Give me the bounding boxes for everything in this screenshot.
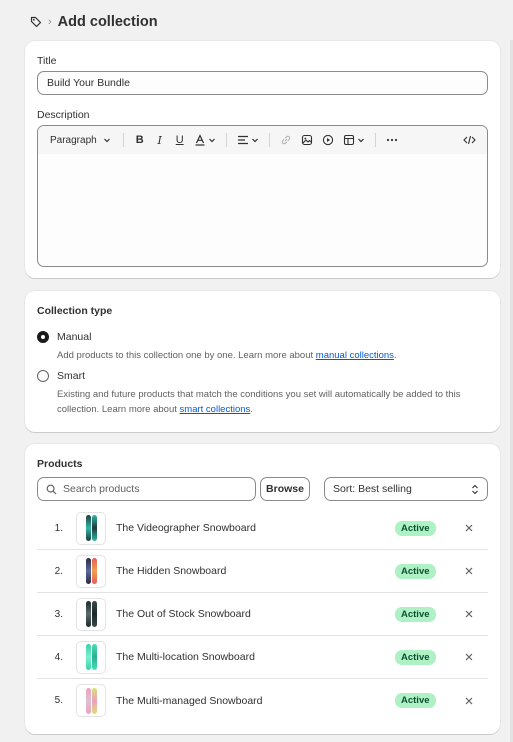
snowboard-image bbox=[85, 558, 91, 584]
more-options-icon[interactable] bbox=[382, 130, 403, 150]
video-icon[interactable] bbox=[318, 130, 339, 150]
snowboard-image bbox=[85, 515, 91, 541]
browse-button[interactable]: Browse bbox=[260, 477, 310, 501]
tag-icon[interactable] bbox=[30, 16, 42, 28]
product-thumbnail bbox=[76, 640, 106, 674]
title-input-value: Build Your Bundle bbox=[47, 77, 130, 89]
product-name[interactable]: The Out of Stock Snowboard bbox=[116, 608, 386, 620]
radio-manual-button[interactable] bbox=[37, 331, 49, 343]
title-label: Title bbox=[37, 55, 57, 67]
search-icon bbox=[46, 484, 57, 494]
smart-help-text: Existing and future products that match … bbox=[57, 387, 489, 417]
close-icon[interactable] bbox=[462, 650, 476, 664]
snowboard-image bbox=[91, 558, 97, 584]
editor-toolbar: Paragraph B I U bbox=[38, 126, 487, 154]
underline-icon[interactable]: U bbox=[170, 130, 190, 150]
smart-help-prefix: Existing and future products that match … bbox=[57, 389, 461, 415]
search-products-input[interactable]: Search products bbox=[37, 477, 256, 501]
close-icon[interactable] bbox=[462, 694, 476, 708]
radio-smart-label: Smart bbox=[57, 370, 86, 382]
search-placeholder: Search products bbox=[63, 483, 140, 495]
product-name[interactable]: The Multi-location Snowboard bbox=[116, 651, 386, 663]
product-index: 5. bbox=[54, 695, 63, 706]
radio-smart[interactable]: Smart bbox=[37, 370, 85, 382]
product-thumbnail bbox=[76, 554, 106, 588]
product-thumbnail bbox=[76, 684, 106, 717]
snowboard-image bbox=[91, 644, 97, 670]
code-view-icon[interactable] bbox=[459, 130, 479, 150]
product-thumbnail bbox=[76, 511, 106, 545]
status-badge: Active bbox=[395, 563, 436, 579]
table-icon[interactable] bbox=[339, 130, 369, 150]
table-row[interactable]: 4. The Multi-location Snowboard Active bbox=[37, 636, 488, 679]
align-left-icon[interactable] bbox=[233, 130, 263, 150]
table-row[interactable]: 1. The Videographer Snowboard Active bbox=[37, 507, 488, 550]
product-index: 1. bbox=[54, 522, 63, 534]
product-name[interactable]: The Videographer Snowboard bbox=[116, 522, 386, 534]
status-badge: Active bbox=[395, 606, 436, 622]
link-icon[interactable] bbox=[276, 130, 297, 150]
toolbar-divider bbox=[122, 133, 124, 147]
snowboard-image bbox=[85, 687, 91, 714]
close-icon[interactable] bbox=[462, 607, 476, 621]
page-title: Add collection bbox=[57, 14, 158, 30]
toolbar-divider bbox=[374, 133, 376, 147]
product-index: 4. bbox=[54, 651, 63, 663]
chevron-up-down-icon bbox=[472, 484, 478, 494]
radio-manual-label: Manual bbox=[57, 331, 92, 343]
radio-smart-button[interactable] bbox=[37, 370, 49, 382]
text-color-icon[interactable] bbox=[190, 130, 220, 150]
close-icon[interactable] bbox=[462, 564, 476, 578]
smart-collections-link[interactable]: smart collections bbox=[180, 404, 251, 415]
table-row[interactable]: 3. The Out of Stock Snowboard Active bbox=[37, 593, 488, 636]
snowboard-image bbox=[85, 644, 91, 670]
product-index: 3. bbox=[54, 608, 63, 620]
title-input[interactable]: Build Your Bundle bbox=[37, 71, 488, 95]
page-header: › Add collection bbox=[30, 12, 158, 32]
products-title: Products bbox=[37, 458, 83, 470]
description-label: Description bbox=[37, 109, 90, 121]
snowboard-image bbox=[91, 687, 97, 714]
close-icon[interactable] bbox=[462, 521, 476, 535]
sort-select[interactable]: Sort: Best selling bbox=[324, 477, 488, 501]
table-row[interactable]: 5. The Multi-managed Snowboard Active bbox=[37, 679, 488, 722]
product-index: 2. bbox=[54, 565, 63, 577]
snowboard-image bbox=[91, 515, 97, 541]
image-icon[interactable] bbox=[297, 130, 318, 150]
italic-icon[interactable]: I bbox=[150, 130, 170, 150]
snowboard-image bbox=[91, 601, 97, 627]
general-card: Title Build Your Bundle Description Para… bbox=[25, 41, 500, 278]
manual-collections-link[interactable]: manual collections bbox=[316, 350, 394, 361]
status-badge: Active bbox=[395, 693, 436, 708]
table-row[interactable]: 2. The Hidden Snowboard Active bbox=[37, 550, 488, 593]
product-name[interactable]: The Hidden Snowboard bbox=[116, 565, 386, 577]
status-badge: Active bbox=[395, 520, 436, 536]
collection-type-title: Collection type bbox=[37, 305, 113, 317]
status-badge: Active bbox=[395, 649, 436, 665]
chevron-right-icon: › bbox=[48, 16, 52, 28]
chevron-down-icon bbox=[103, 138, 110, 143]
product-name[interactable]: The Multi-managed Snowboard bbox=[116, 695, 386, 707]
toolbar-divider bbox=[268, 133, 270, 147]
radio-manual[interactable]: Manual bbox=[37, 331, 91, 343]
manual-help-suffix: . bbox=[393, 350, 397, 361]
bold-icon[interactable]: B bbox=[130, 130, 150, 150]
paragraph-format-label: Paragraph bbox=[50, 134, 97, 146]
product-thumbnail bbox=[76, 597, 106, 631]
products-card: Products Search products Browse Sort: Be… bbox=[25, 444, 500, 734]
collection-type-card: Collection type Manual Add products to t… bbox=[25, 291, 500, 432]
smart-help-suffix: . bbox=[250, 404, 253, 415]
product-list: 1. The Videographer Snowboard Active 2. … bbox=[37, 507, 488, 722]
description-editor[interactable]: Paragraph B I U bbox=[37, 125, 488, 267]
manual-help-prefix: Add products to this collection one by o… bbox=[57, 350, 316, 361]
sort-select-value: Sort: Best selling bbox=[333, 483, 412, 495]
manual-help-text: Add products to this collection one by o… bbox=[57, 348, 489, 363]
snowboard-image bbox=[85, 601, 91, 627]
toolbar-divider bbox=[225, 133, 227, 147]
paragraph-format-select[interactable]: Paragraph bbox=[44, 130, 117, 150]
